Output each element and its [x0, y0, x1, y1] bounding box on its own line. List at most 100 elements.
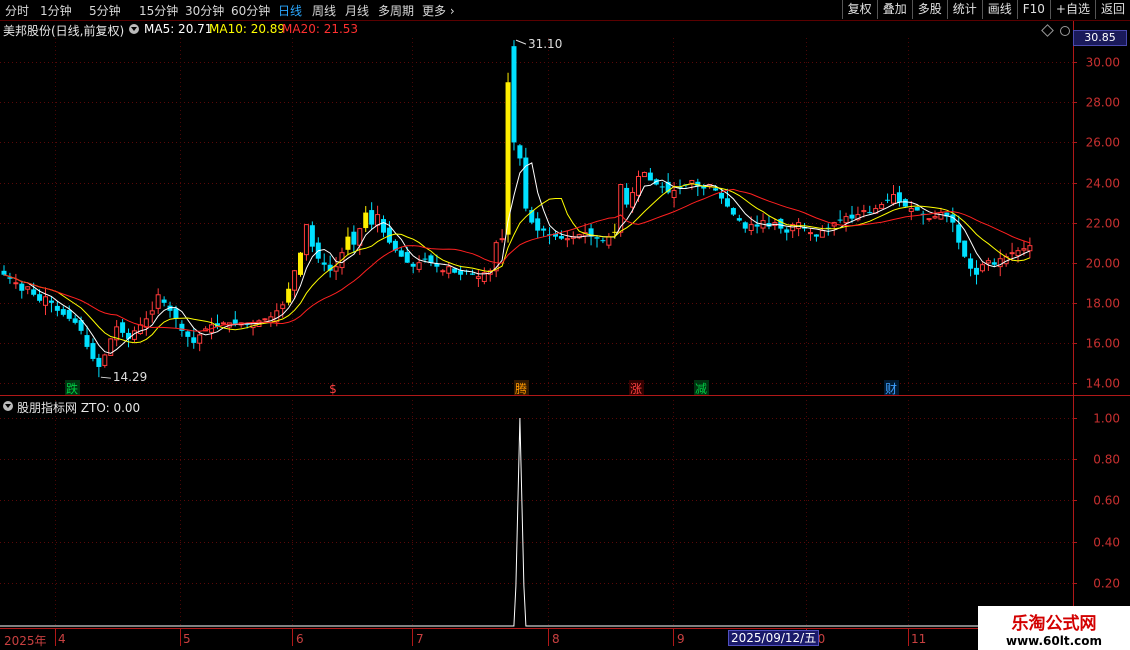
candle-body [375, 214, 381, 226]
event-tag: 财 [885, 382, 897, 396]
indicator-y-tick-label: 0.80 [1093, 453, 1120, 467]
candle-body [730, 208, 736, 215]
candle-body [813, 234, 819, 237]
candle-body [31, 289, 37, 295]
candle-body [220, 322, 226, 325]
candle-body [185, 331, 191, 337]
candle-body [932, 216, 938, 219]
candle-body [1009, 252, 1015, 255]
candle-body [742, 222, 748, 229]
event-tag: $ [329, 382, 337, 396]
stock-name: 美邦股份(日线,前复权) [3, 24, 125, 38]
dropdown-toggle-icon[interactable] [129, 24, 139, 34]
candle-body [600, 240, 606, 242]
y-tick-label: 26.00 [1086, 136, 1120, 150]
candle-body [363, 212, 369, 229]
candle-body [155, 294, 161, 309]
candle-body [1, 270, 7, 275]
candle-body [60, 309, 66, 315]
candle-body [896, 192, 902, 203]
candle-body [938, 212, 944, 220]
candle-body [974, 267, 980, 275]
candle-body [867, 212, 873, 214]
candle-body [428, 255, 434, 263]
candle-body [891, 194, 896, 204]
candle-body [879, 204, 885, 209]
circle-icon[interactable] [1060, 26, 1070, 36]
candle-body [398, 250, 404, 257]
y-tick-label: 18.00 [1086, 297, 1120, 311]
low-price-label: 14.29 [113, 370, 147, 384]
event-tag: 减 [695, 382, 707, 396]
zto-indicator-line [0, 417, 978, 627]
kline-chart[interactable]: 30.00 28.00 26.00 24.00 22.00 20.00 18.00 16.00… [0, 0, 1130, 650]
y-tick-label: 20.00 [1086, 257, 1120, 271]
candle-body [1021, 248, 1027, 251]
candle-body [748, 224, 754, 231]
candle-body [416, 262, 422, 270]
candle-body [511, 46, 517, 143]
candle-body [754, 224, 760, 227]
candle-body [659, 186, 665, 188]
candle-body [84, 335, 90, 347]
candle-body [173, 308, 179, 319]
candle-body [90, 343, 96, 359]
candle-body [37, 294, 43, 301]
watermark-logo: 乐淘公式网 www.60lt.com [978, 606, 1130, 650]
candle-body [96, 357, 102, 367]
candle-body [410, 263, 416, 267]
candle-body [321, 262, 327, 265]
candle-body [43, 296, 49, 306]
event-tag: 涨 [630, 381, 642, 396]
candle-body [807, 232, 813, 235]
candle-body [647, 172, 653, 181]
candle-body [778, 218, 784, 229]
candle-body [594, 237, 600, 239]
candle-body [120, 322, 126, 333]
candle-body [724, 198, 730, 207]
candle-body [475, 276, 481, 279]
cursor-date-label: 2025/09/12/五 [728, 630, 820, 646]
candle-body [535, 218, 541, 231]
high-price-label: 31.10 [528, 37, 562, 51]
candle-body [612, 231, 618, 233]
candle-body [1027, 245, 1033, 252]
candle-body [333, 266, 339, 272]
date-label-apr: 4 [58, 632, 66, 646]
y-tick-label: 14.00 [1086, 377, 1120, 391]
date-label-may: 5 [183, 632, 191, 646]
candle-body [309, 225, 315, 247]
candle-body [784, 229, 790, 233]
candle-body [102, 354, 108, 366]
candle-body [369, 210, 375, 225]
candle-body [641, 171, 647, 178]
candle-body [351, 231, 357, 245]
low-arrow [100, 376, 111, 379]
candle-body [636, 175, 642, 196]
candle-body [72, 318, 78, 323]
y-tick-label: 24.00 [1086, 177, 1120, 191]
event-tag: 腾 [515, 381, 527, 396]
candle-body [861, 210, 867, 213]
candle-body [19, 283, 25, 291]
ma10-label: MA10: 20.89 [209, 22, 286, 36]
candle-body [345, 236, 351, 250]
indicator-y-tick-label: 0.20 [1093, 577, 1120, 591]
candle-body [956, 224, 962, 243]
watermark-title: 乐淘公式网 [1011, 614, 1097, 634]
candle-body [280, 304, 286, 309]
indicator-y-tick-label: 0.60 [1093, 494, 1120, 508]
candle-body [885, 199, 891, 201]
candle-body [837, 219, 843, 221]
ma20-label: MA20: 21.53 [282, 22, 359, 36]
indicator-y-tick-label: 0.40 [1093, 536, 1120, 550]
candle-body [13, 282, 19, 285]
candle-body [149, 310, 155, 315]
candle-body [985, 260, 991, 264]
candle-body [541, 228, 547, 231]
indicator-y-tick-label: 1.00 [1093, 412, 1120, 426]
indicator-toggle-icon[interactable] [3, 401, 13, 411]
candle-body [630, 192, 636, 208]
y-tick-label: 28.00 [1086, 96, 1120, 110]
date-label-nov: 11 [911, 632, 927, 646]
